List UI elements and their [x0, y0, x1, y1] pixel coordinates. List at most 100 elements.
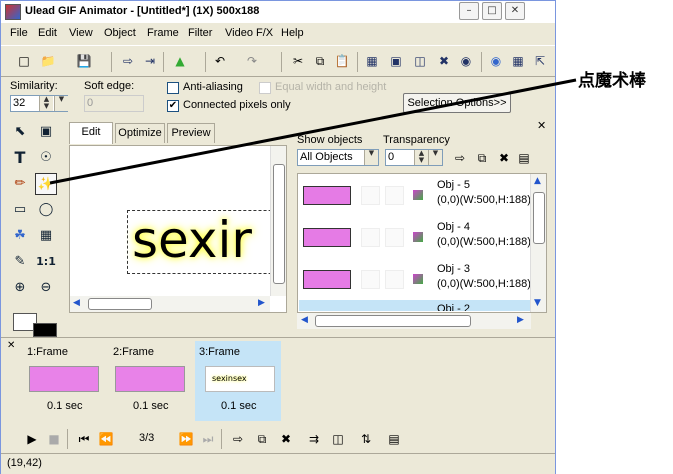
frame-delay[interactable]: 0.1 sec: [221, 400, 256, 412]
first-frame-icon[interactable]: ⏮: [75, 430, 93, 448]
edit-canvas[interactable]: sexir ◀ ▶: [69, 145, 287, 313]
object-row-selected[interactable]: Obj - 2: [299, 300, 531, 311]
frame-panel-close-icon[interactable]: ✕: [7, 340, 15, 351]
menu-file[interactable]: File: [10, 27, 28, 39]
similarity-spinner[interactable]: 32 ▲ ▼ ▼: [10, 95, 68, 112]
scroll-thumb[interactable]: [273, 164, 285, 284]
object-row[interactable]: Obj - 5 (0,0)(W:500,H:188): [299, 174, 531, 218]
scroll-thumb[interactable]: [533, 192, 545, 244]
marquee-tool-icon[interactable]: ▣: [35, 121, 57, 143]
actual-size-icon[interactable]: 1:1: [35, 251, 57, 273]
object-import-icon[interactable]: ⇨: [451, 149, 469, 167]
transparency-spinner[interactable]: 0 ▲ ▼ ▼: [385, 149, 443, 166]
cut-icon[interactable]: ✂: [289, 52, 307, 70]
delete-frame-icon[interactable]: ✖: [277, 430, 295, 448]
optimize-wizard-icon[interactable]: ▲: [171, 52, 189, 70]
add-image-icon[interactable]: ▣: [387, 52, 405, 70]
scroll-right-icon[interactable]: ▶: [517, 315, 524, 325]
add-frame-icon[interactable]: ⇨: [229, 430, 247, 448]
object-visibility-slot[interactable]: [361, 270, 380, 289]
help-icon[interactable]: ⇱: [531, 52, 549, 70]
last-frame-icon[interactable]: ⏭: [199, 430, 217, 448]
object-visibility-slot[interactable]: [361, 186, 380, 205]
paste-icon[interactable]: 📋: [333, 52, 351, 70]
tab-preview[interactable]: Preview: [167, 123, 215, 143]
minimize-button[interactable]: –: [459, 2, 479, 20]
eraser-tool-icon[interactable]: ▭: [9, 199, 31, 221]
tween-icon[interactable]: ⇉: [305, 430, 323, 448]
menu-view[interactable]: View: [69, 27, 93, 39]
undo-icon[interactable]: ↶: [211, 52, 229, 70]
dropdown-arrow-icon[interactable]: ▼: [364, 150, 378, 165]
tab-optimize[interactable]: Optimize: [115, 123, 165, 143]
transform-tool-icon[interactable]: ☉: [35, 147, 57, 169]
connected-pixels-checkbox[interactable]: ✔: [167, 100, 179, 112]
menu-video-fx[interactable]: Video F/X: [225, 27, 273, 39]
menu-help[interactable]: Help: [281, 27, 304, 39]
object-row[interactable]: Obj - 3 (0,0)(W:500,H:188): [299, 258, 531, 302]
close-button[interactable]: ✕: [505, 2, 525, 20]
object-horizontal-scrollbar[interactable]: ◀ ▶: [297, 313, 531, 329]
optimize-icon[interactable]: ▦: [509, 52, 527, 70]
object-lock-slot[interactable]: [385, 186, 404, 205]
frame-cell[interactable]: 2:Frame 0.1 sec: [107, 344, 187, 420]
previous-frame-icon[interactable]: ⏪: [97, 430, 115, 448]
crop-tool-icon[interactable]: ▦: [35, 225, 57, 247]
import-icon[interactable]: ⇨: [119, 52, 137, 70]
scroll-right-icon[interactable]: ▶: [258, 298, 265, 308]
scroll-up-icon[interactable]: ▲: [534, 176, 541, 186]
anti-aliasing-checkbox[interactable]: [167, 82, 179, 94]
scroll-thumb[interactable]: [315, 315, 471, 327]
duplicate-frame-icon[interactable]: ⧉: [253, 430, 271, 448]
object-lock-slot[interactable]: [385, 228, 404, 247]
scroll-left-icon[interactable]: ◀: [73, 298, 80, 308]
foreground-color-swatch[interactable]: [33, 323, 57, 337]
frame-properties-icon[interactable]: ▤: [385, 430, 403, 448]
copy-icon[interactable]: ⧉: [311, 52, 329, 70]
open-icon[interactable]: 📁: [39, 52, 57, 70]
object-row[interactable]: Obj - 4 (0,0)(W:500,H:188): [299, 216, 531, 260]
spin-arrows-icon[interactable]: ▲ ▼: [39, 96, 53, 111]
menu-object[interactable]: Object: [104, 27, 136, 39]
selection-options-button[interactable]: Selection Options>>: [403, 93, 511, 113]
object-duplicate-icon[interactable]: ⧉: [473, 149, 491, 167]
next-frame-icon[interactable]: ⏩: [177, 430, 195, 448]
tween-icon[interactable]: ◫: [411, 52, 429, 70]
frame-cell-selected[interactable]: 3:Frame sexinsex 0.1 sec: [195, 341, 281, 421]
spin-arrows-icon[interactable]: ▲ ▼: [414, 150, 428, 165]
frame-cell[interactable]: 1:Frame 0.1 sec: [21, 344, 101, 420]
brush-tool-icon[interactable]: ✏: [9, 173, 31, 195]
object-list-scrollbar[interactable]: ▲ ▼: [530, 174, 546, 312]
eyedropper-tool-icon[interactable]: ✎: [9, 251, 31, 273]
canvas-horizontal-scrollbar[interactable]: ◀ ▶: [70, 296, 270, 312]
lasso-tool-icon[interactable]: ◯: [35, 199, 57, 221]
frame-delay[interactable]: 0.1 sec: [133, 400, 168, 412]
frame-delay[interactable]: 0.1 sec: [47, 400, 82, 412]
menu-frame[interactable]: Frame: [147, 27, 179, 39]
panel-close-icon[interactable]: ✕: [537, 119, 546, 132]
magic-wand-tool-icon[interactable]: ✨: [35, 173, 57, 195]
dropdown-arrow-icon[interactable]: ▼: [54, 96, 68, 111]
text-tool-icon[interactable]: T: [9, 147, 31, 169]
object-visibility-slot[interactable]: [361, 228, 380, 247]
canvas-vertical-scrollbar[interactable]: [270, 146, 286, 296]
export-icon[interactable]: ⇥: [141, 52, 159, 70]
text-effect-icon[interactable]: ◫: [329, 430, 347, 448]
scroll-down-icon[interactable]: ▼: [534, 298, 541, 308]
scroll-thumb[interactable]: [88, 298, 152, 310]
dropdown-arrow-icon[interactable]: ▼: [428, 150, 442, 165]
fill-tool-icon[interactable]: ☘: [9, 225, 31, 247]
object-properties-icon[interactable]: ▤: [515, 149, 533, 167]
banner-text-icon[interactable]: ✖: [435, 52, 453, 70]
video-fx-icon[interactable]: ◉: [457, 52, 475, 70]
add-frame-icon[interactable]: ▦: [363, 52, 381, 70]
object-lock-slot[interactable]: [385, 270, 404, 289]
show-objects-select[interactable]: All Objects ▼: [297, 149, 379, 166]
tab-edit[interactable]: Edit: [69, 122, 113, 144]
maximize-button[interactable]: □: [482, 2, 502, 20]
pick-tool-icon[interactable]: ⬉: [9, 121, 31, 143]
zoom-in-icon[interactable]: ⊕: [9, 277, 31, 299]
browser-preview-icon[interactable]: ◉: [487, 52, 505, 70]
menu-edit[interactable]: Edit: [38, 27, 57, 39]
stop-icon[interactable]: ■: [45, 430, 63, 448]
